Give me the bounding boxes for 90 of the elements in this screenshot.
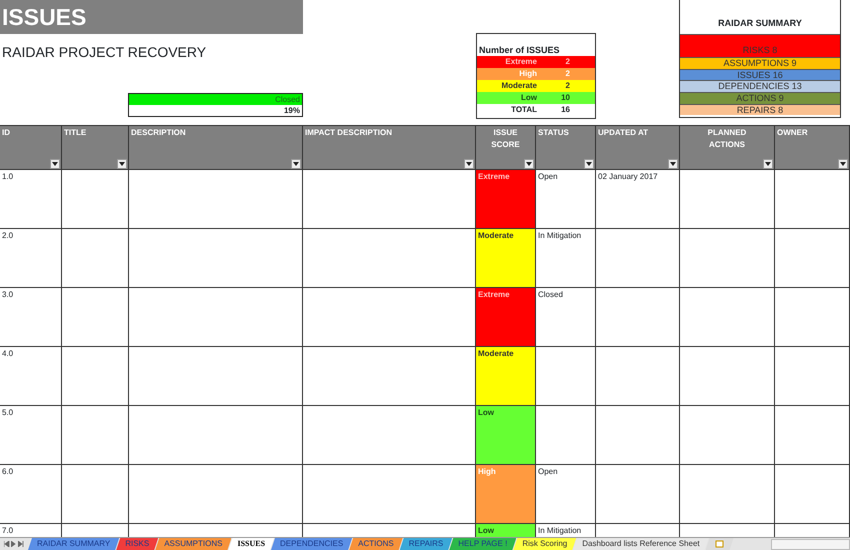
caret-icon [840, 162, 846, 166]
table-cell: Closed [536, 288, 596, 347]
caret-icon [765, 162, 771, 166]
severity-label: High [518, 68, 537, 80]
table-cell: 2.0 [0, 229, 62, 288]
caret-icon [119, 162, 125, 166]
table-cell [536, 347, 596, 406]
column-header: ISSUE SCORE [476, 126, 536, 158]
filter-dropdown-button[interactable] [117, 158, 127, 168]
first-sheet-icon[interactable] [4, 541, 10, 547]
sheet-tab[interactable]: RISKS [116, 538, 158, 550]
filter-dropdown-button[interactable] [464, 158, 474, 168]
filter-dropdown-button[interactable] [291, 158, 301, 168]
issue-score-cell: Extreme [476, 170, 536, 229]
table-cell: Open [536, 170, 596, 229]
table-cell: Open [536, 465, 596, 524]
filter-dropdown-button[interactable] [524, 158, 534, 168]
table-cell: 5.0 [0, 406, 62, 465]
table-cell [62, 347, 129, 406]
issue-score-cell: Moderate [476, 229, 536, 288]
project-title: RAIDAR PROJECT RECOVERY [1, 43, 208, 62]
table-cell: 4.0 [0, 347, 62, 406]
closed-value: 19% [282, 105, 301, 116]
column-header: ID [0, 126, 62, 158]
summary-item: RISKS 8 [680, 34, 840, 57]
table-cell [62, 465, 129, 524]
next-sheet-icon[interactable] [11, 541, 17, 547]
sheet-title: ISSUES [0, 0, 303, 34]
sheet-tab[interactable]: RAIDAR SUMMARY [28, 538, 120, 550]
table-cell: 3.0 [0, 288, 62, 347]
caret-icon [670, 162, 676, 166]
table-cell: 02 January 2017 [596, 170, 680, 229]
sheet-tab[interactable]: ASSUMPTIONS [155, 538, 232, 550]
sheet-tab[interactable]: ACTIONS [349, 538, 403, 550]
filter-dropdown-button[interactable] [763, 158, 773, 168]
summary-item: REPAIRS 8 [680, 104, 840, 116]
severity-label: Extreme [504, 56, 537, 68]
column-header: OWNER [775, 126, 850, 158]
severity-count: 2 [564, 80, 571, 92]
new-sheet-icon [714, 540, 725, 548]
summary-title: RAIDAR SUMMARY [717, 17, 803, 30]
filter-dropdown-button[interactable] [50, 158, 60, 168]
new-sheet-tab[interactable] [706, 538, 734, 550]
summary-item: DEPENDENCIES 13 [680, 80, 840, 92]
severity-count: 10 [560, 92, 571, 104]
column-header: STATUS [536, 126, 596, 158]
column-header: IMPACT DESCRIPTION [303, 126, 476, 158]
issue-score-cell: Low [476, 524, 536, 537]
severity-count: 2 [564, 68, 571, 80]
table-cell: 6.0 [0, 465, 62, 524]
last-sheet-icon[interactable] [18, 541, 24, 547]
total-label: TOTAL [510, 104, 537, 116]
table-cell [536, 406, 596, 465]
filter-dropdown-button[interactable] [584, 158, 594, 168]
column-header: PLANNED ACTIONS [680, 126, 775, 158]
severity-count: 2 [564, 56, 571, 68]
column-header: DESCRIPTION [129, 126, 303, 158]
total-count: 16 [560, 104, 571, 116]
closed-label: Closed [129, 94, 302, 105]
horizontal-scrollbar[interactable] [770, 539, 850, 550]
caret-icon [526, 162, 532, 166]
summary-item: ASSUMPTIONS 9 [680, 57, 840, 69]
column-header: UPDATED AT [596, 126, 680, 158]
sheet-tab[interactable]: REPAIRS [400, 538, 452, 550]
summary-item: ACTIONS 9 [680, 92, 840, 104]
table-cell: In Mitigation [536, 229, 596, 288]
sheet-tab[interactable]: Risk Scoring [513, 538, 576, 550]
issue-score-cell: Extreme [476, 288, 536, 347]
sheet-tab[interactable]: ISSUES [228, 538, 274, 550]
sheet-tab[interactable]: DEPENDENCIES [271, 538, 352, 550]
table-cell [62, 406, 129, 465]
issue-score-cell: Moderate [476, 347, 536, 406]
column-header: TITLE [62, 126, 129, 158]
severity-label: Moderate [500, 80, 537, 92]
caret-icon [466, 162, 472, 166]
severity-label: Low [520, 92, 537, 104]
sheet-tab[interactable]: HELP PAGE ! [449, 538, 516, 550]
table-cell: 1.0 [0, 170, 62, 229]
table-cell [62, 288, 129, 347]
issue-score-cell: High [476, 465, 536, 524]
sheet-tab[interactable]: Dashboard lists Reference Sheet [573, 538, 709, 550]
issue-score-cell: Low [476, 406, 536, 465]
filter-dropdown-button[interactable] [668, 158, 678, 168]
count-table-title: Number of ISSUES [478, 44, 561, 56]
caret-icon [293, 162, 299, 166]
caret-icon [586, 162, 592, 166]
table-cell [62, 229, 129, 288]
filter-dropdown-button[interactable] [838, 158, 848, 168]
summary-item: ISSUES 16 [680, 68, 840, 80]
caret-icon [52, 162, 58, 166]
